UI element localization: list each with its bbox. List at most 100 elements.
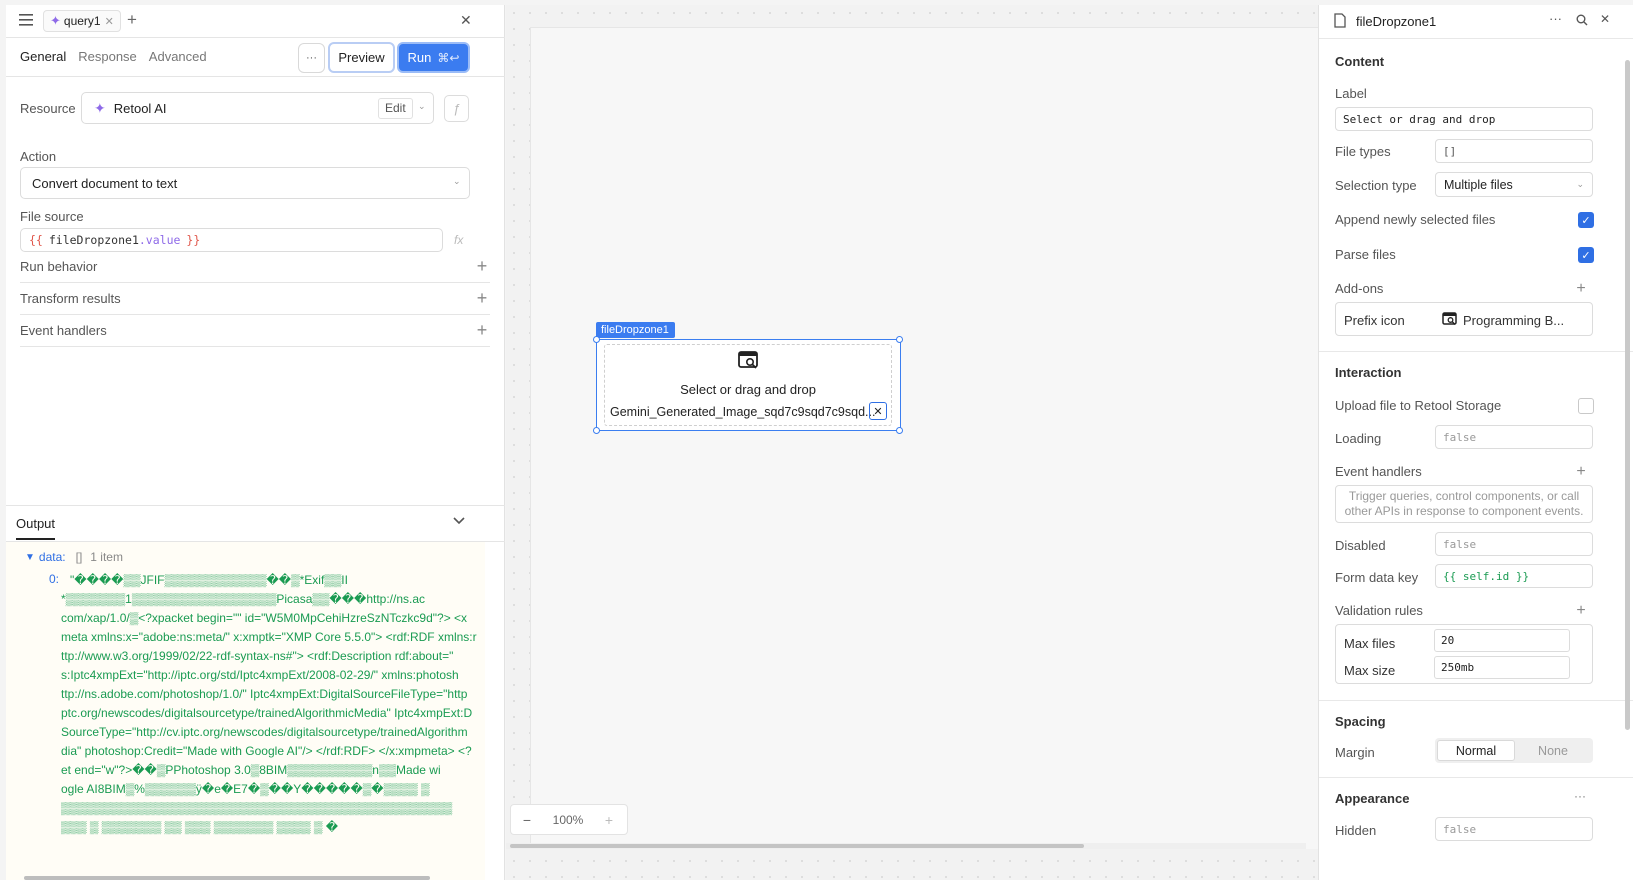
brace-open: {{ bbox=[29, 233, 43, 247]
chevron-down-icon: ⌄ bbox=[453, 176, 461, 186]
resize-handle[interactable] bbox=[896, 336, 903, 343]
max-files-label: Max files bbox=[1344, 636, 1396, 651]
upload-storage-checkbox[interactable] bbox=[1578, 398, 1594, 414]
canvas-horizontal-scrollbar[interactable] bbox=[506, 843, 1306, 849]
add-validation-icon[interactable]: + bbox=[1573, 602, 1589, 620]
more-options-button[interactable]: ··· bbox=[298, 43, 325, 73]
resize-handle[interactable] bbox=[593, 336, 600, 343]
prefix-icon-addon[interactable]: Prefix icon Programming B... bbox=[1335, 302, 1593, 336]
edit-resource-button[interactable]: Edit bbox=[378, 98, 413, 119]
run-button[interactable]: Run ⌘↩ bbox=[397, 42, 470, 73]
interaction-section-title[interactable]: Interaction bbox=[1335, 365, 1401, 380]
output-line: ▒▒▒▒▒▒▒▒▒▒▒▒▒▒▒▒▒▒▒▒▒▒▒▒▒▒▒▒▒▒▒▒▒▒▒▒▒▒▒▒… bbox=[61, 801, 453, 815]
component-tag[interactable]: fileDropzone1 bbox=[596, 322, 675, 338]
close-panel-icon[interactable]: ✕ bbox=[460, 12, 472, 29]
add-icon[interactable]: + bbox=[474, 257, 490, 275]
component-file-icon bbox=[1334, 13, 1346, 31]
dropzone-label: Select or drag and drop bbox=[680, 382, 816, 397]
run-shortcut: ⌘↩ bbox=[437, 50, 460, 65]
output-line: ▒▒▒ ▒ ▒▒▒▒▒▒▒ ▒▒ ▒▒▒ ▒▒▒▒▒▒▒ ▒▒▒▒ ▒ � bbox=[61, 820, 339, 834]
resize-handle[interactable] bbox=[593, 427, 600, 434]
file-types-input[interactable]: [] bbox=[1435, 139, 1593, 163]
appearance-section-title[interactable]: Appearance bbox=[1335, 791, 1409, 806]
inspector-panel: fileDropzone1 ··· ✕ Content Label Select… bbox=[1318, 5, 1633, 880]
output-title[interactable]: Output bbox=[16, 516, 56, 540]
fx-icon[interactable]: fx bbox=[454, 233, 463, 247]
zoom-out-button[interactable]: − bbox=[511, 812, 543, 828]
chevron-down-icon: ⌄ bbox=[418, 101, 426, 111]
action-select[interactable]: Convert document to text ⌄ bbox=[20, 167, 470, 199]
tab-response[interactable]: Response bbox=[78, 49, 137, 64]
output-line: SourceType="http://cv.iptc.org/newscodes… bbox=[61, 725, 468, 739]
event-handlers-row[interactable]: Event handlers + bbox=[20, 314, 490, 347]
upload-storage-label: Upload file to Retool Storage bbox=[1335, 398, 1502, 413]
loading-input[interactable]: false bbox=[1435, 425, 1593, 449]
close-tab-icon[interactable]: ✕ bbox=[105, 15, 114, 28]
output-line: com/xap/1.0/▒<?xpacket begin="" id="W5M0… bbox=[61, 611, 468, 625]
tab-advanced[interactable]: Advanced bbox=[149, 49, 207, 64]
selection-type-select[interactable]: Multiple files ⌄ bbox=[1435, 172, 1593, 197]
max-files-input[interactable]: 20 bbox=[1434, 629, 1570, 652]
output-line: ogle AI8BIM▒%▒▒▒▒▒▒ÿ�e�E7�▒��Y�����▒�▒▒▒… bbox=[61, 782, 430, 796]
output-line: ptc.org/newscodes/digitalsourcetype/trai… bbox=[61, 706, 473, 720]
horizontal-scrollbar[interactable] bbox=[24, 876, 430, 880]
inspector-title[interactable]: fileDropzone1 bbox=[1356, 14, 1436, 29]
resource-select[interactable]: ✦ Retool AI Edit ⌄ bbox=[81, 92, 434, 124]
add-addon-icon[interactable]: + bbox=[1573, 280, 1589, 298]
query-tab-label: query1 bbox=[63, 14, 101, 28]
close-icon[interactable]: ✕ bbox=[1600, 12, 1610, 26]
retool-ai-icon: ✦ bbox=[94, 99, 106, 116]
max-size-label: Max size bbox=[1344, 663, 1396, 678]
expand-triangle-icon[interactable]: ▼ bbox=[25, 552, 35, 563]
resource-fx-button[interactable]: ƒ bbox=[444, 95, 469, 122]
action-label: Action bbox=[20, 149, 57, 164]
add-icon[interactable]: + bbox=[474, 289, 490, 307]
app-canvas[interactable]: fileDropzone1 Select or drag and drop Ge… bbox=[506, 5, 1318, 880]
label-input[interactable]: Select or drag and drop bbox=[1335, 107, 1593, 131]
file-source-input[interactable]: {{ fileDropzone1 .value }} bbox=[20, 228, 443, 252]
content-section-title[interactable]: Content bbox=[1335, 54, 1384, 69]
disabled-input[interactable]: false bbox=[1435, 532, 1593, 556]
event-handlers-label: Event handlers bbox=[1335, 464, 1422, 479]
tab-general[interactable]: General bbox=[20, 49, 66, 64]
programming-browser-icon bbox=[738, 351, 760, 374]
search-icon[interactable] bbox=[1576, 14, 1588, 29]
margin-none-option[interactable]: None bbox=[1515, 744, 1591, 758]
menu-icon[interactable] bbox=[19, 14, 33, 26]
item-index: 0: bbox=[49, 572, 60, 586]
data-count: 1 item bbox=[90, 550, 123, 564]
hidden-input[interactable]: false bbox=[1435, 817, 1593, 841]
add-event-handler-icon[interactable]: + bbox=[1573, 463, 1589, 481]
more-icon[interactable]: ··· bbox=[1549, 11, 1562, 26]
output-line: s:Iptc4xmpExt="http://iptc.org/std/Iptc4… bbox=[61, 668, 459, 682]
output-viewer: ▼ data: [] 1 item 0: "����▒▒JFIF▒▒▒▒▒▒▒▒… bbox=[6, 542, 485, 880]
add-tab-icon[interactable]: + bbox=[127, 10, 137, 30]
add-icon[interactable]: + bbox=[474, 321, 490, 339]
function-icon: ƒ bbox=[452, 101, 461, 116]
output-line: meta xmlns:x="adobe:ns:meta/" x:xmptk="X… bbox=[61, 630, 477, 644]
file-types-label: File types bbox=[1335, 144, 1391, 159]
tab-query1[interactable]: ✦ query1 ✕ bbox=[43, 10, 121, 32]
chevron-down-icon: ⌄ bbox=[1576, 179, 1584, 189]
transform-results-row[interactable]: Transform results + bbox=[20, 282, 490, 315]
resource-label: Resource bbox=[20, 101, 76, 116]
resize-handle[interactable] bbox=[896, 427, 903, 434]
collapse-chevron-icon[interactable] bbox=[452, 513, 466, 530]
run-behavior-row[interactable]: Run behavior + bbox=[20, 250, 490, 283]
zoom-level[interactable]: 100% bbox=[543, 813, 593, 827]
parse-files-checkbox[interactable]: ✓ bbox=[1578, 247, 1594, 263]
zoom-in-button[interactable]: + bbox=[593, 812, 625, 828]
margin-normal-option[interactable]: Normal bbox=[1437, 740, 1515, 761]
spacing-section-title[interactable]: Spacing bbox=[1335, 714, 1386, 729]
form-data-key-input[interactable]: {{ self.id }} bbox=[1435, 564, 1593, 588]
loading-label: Loading bbox=[1335, 431, 1382, 446]
file-dropzone[interactable]: Select or drag and drop Gemini_Generated… bbox=[596, 339, 901, 431]
preview-button[interactable]: Preview bbox=[328, 42, 395, 73]
label-label: Label bbox=[1335, 86, 1367, 101]
inspector-scrollbar[interactable] bbox=[1625, 60, 1630, 730]
event-handlers-hint[interactable]: Trigger queries, control components, or … bbox=[1335, 485, 1593, 523]
remove-file-icon[interactable]: ✕ bbox=[869, 402, 887, 420]
append-files-checkbox[interactable]: ✓ bbox=[1578, 212, 1594, 228]
more-icon[interactable]: ··· bbox=[1574, 789, 1586, 803]
max-size-input[interactable]: 250mb bbox=[1434, 656, 1570, 679]
